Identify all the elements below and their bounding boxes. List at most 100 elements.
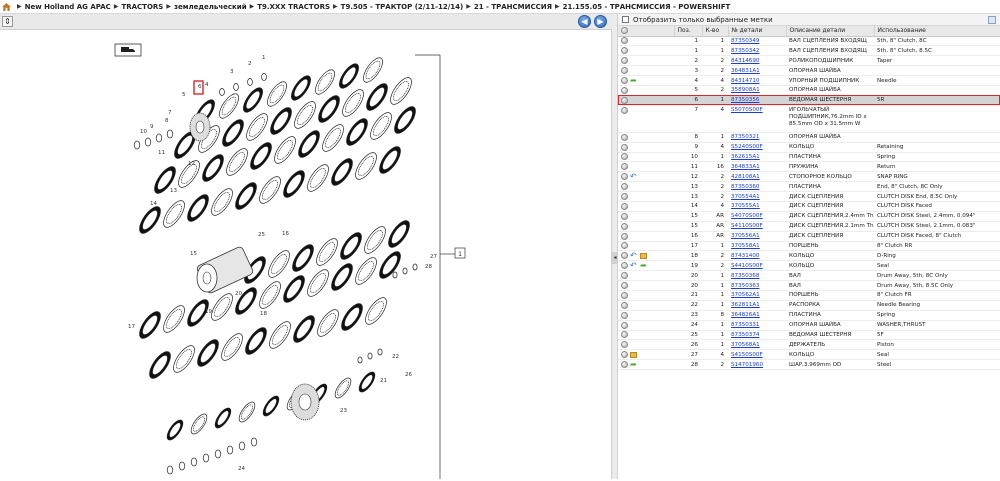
row-select-icon[interactable] <box>621 331 628 339</box>
cell-part-number[interactable]: 87350363 <box>728 280 786 291</box>
table-row[interactable]: 1 1 87350342 ВАЛ СЦЕПЛЕНИЯ ВХОДЯЩ 5th, 8" Cl… <box>618 45 1000 57</box>
row-status-cell[interactable] <box>618 181 674 193</box>
cell-part-number[interactable]: 87350321 <box>728 132 786 143</box>
cell-part-number[interactable]: 87350331 <box>728 320 786 331</box>
row-status-cell[interactable] <box>618 300 674 311</box>
breadcrumb-item[interactable]: ▶ T9.XXX TRACTORS <box>247 3 330 11</box>
row-status-cell[interactable]: ↶ ➦ <box>618 260 674 272</box>
row-select-icon[interactable] <box>621 133 628 141</box>
part-number-link[interactable]: 87350331 <box>731 322 759 328</box>
row-select-icon[interactable] <box>621 242 628 250</box>
table-row[interactable]: 17 1 370558A1 ПОРШЕНЬ 8" Clutch RR <box>618 241 1000 252</box>
cell-part-number[interactable]: 87350342 <box>728 45 786 57</box>
cell-part-number[interactable]: 364831A1 <box>728 65 786 77</box>
row-status-cell[interactable] <box>618 142 674 153</box>
row-select-icon[interactable] <box>621 212 628 220</box>
row-select-icon[interactable] <box>621 341 628 349</box>
table-row[interactable]: ↶ 12 2 428108A1 СТОПОРНОЕ КОЛЬЦО SNAP RING <box>618 171 1000 183</box>
part-number-link[interactable]: 428108A1 <box>731 174 760 180</box>
row-select-icon[interactable] <box>621 301 628 309</box>
table-row[interactable]: 11 16 364833A1 ПРУЖИНА Return <box>618 161 1000 173</box>
callout-22[interactable]: 22 <box>392 354 399 360</box>
callout-23[interactable]: 23 <box>340 408 347 414</box>
breadcrumb-item[interactable]: ▶ TRACTORS <box>111 3 164 11</box>
row-select-icon[interactable] <box>621 232 628 240</box>
part-number-link[interactable]: S4410S00F <box>731 263 763 269</box>
row-status-cell[interactable] <box>618 191 674 202</box>
callout-17[interactable]: 17 <box>128 324 135 330</box>
table-row[interactable]: 15 AR S4070S00F ДИСК СЦЕПЛЕНИЯ,2.4mm Thk CLU… <box>618 211 1000 222</box>
part-number-link[interactable]: 364833A1 <box>731 164 760 170</box>
next-diagram-button[interactable]: ▶ <box>594 15 607 28</box>
callout-1[interactable]: 1 <box>262 55 266 61</box>
col-header-qty[interactable]: К-во <box>702 26 729 37</box>
cell-part-number[interactable]: 370562A1 <box>728 290 786 301</box>
callout-26[interactable]: 26 <box>405 372 412 378</box>
cell-part-number[interactable]: 370558A1 <box>728 241 786 252</box>
part-number-link[interactable]: 87350368 <box>731 273 759 279</box>
callout-16[interactable]: 16 <box>282 231 289 237</box>
row-select-icon[interactable] <box>621 252 628 260</box>
callout-24[interactable]: 24 <box>238 466 245 472</box>
table-row[interactable]: 10 1 362615A1 ПЛАСТИНА Spring <box>618 152 1000 163</box>
callout-15[interactable]: 15 <box>190 251 197 257</box>
part-number-link[interactable]: 364826A1 <box>731 312 760 318</box>
row-select-icon[interactable] <box>621 173 628 181</box>
kit-box-icon[interactable] <box>640 252 647 259</box>
row-status-cell[interactable] <box>618 65 674 77</box>
table-row[interactable]: ↶ ➦ 19 2 S4410S00F КОЛЬЦО Seal <box>618 260 1000 272</box>
part-number-link[interactable]: 87431400 <box>731 253 759 259</box>
row-status-cell[interactable] <box>618 330 674 341</box>
row-status-cell[interactable] <box>618 310 674 321</box>
row-status-cell[interactable] <box>618 105 674 133</box>
part-number-link[interactable]: 84314710 <box>731 78 759 84</box>
col-header-description[interactable]: Описание детали <box>786 26 875 37</box>
row-status-cell[interactable] <box>618 290 674 301</box>
row-status-cell[interactable] <box>618 55 674 67</box>
part-number-link[interactable]: 370554A1 <box>731 194 760 200</box>
part-number-link[interactable]: 84314690 <box>731 58 759 64</box>
part-number-link[interactable]: 87350356 <box>731 97 759 103</box>
col-header-pos[interactable]: Поз. <box>674 26 703 37</box>
callout-14[interactable]: 14 <box>150 201 157 207</box>
cell-part-number[interactable]: 87431400 <box>728 250 786 262</box>
table-row[interactable]: 24 1 87350331 ОПОРНАЯ ШАЙБА WASHER,THRUST <box>618 320 1000 331</box>
breadcrumb-item[interactable]: ▶ New Holland AG APAC <box>14 3 111 11</box>
row-select-icon[interactable] <box>621 202 628 210</box>
part-number-link[interactable]: 87350349 <box>731 38 759 44</box>
supersession-icon[interactable]: ↶ <box>630 173 638 181</box>
row-status-cell[interactable] <box>618 201 674 212</box>
table-row[interactable]: 3 2 364831A1 ОПОРНАЯ ШАЙБА <box>618 65 1000 77</box>
cell-part-number[interactable]: 87350356 <box>728 95 786 106</box>
table-row[interactable]: 7 4 S5070S00F ИГОЛЬЧАТЫЙ ПОДШИПНИК,76.2mm I… <box>618 105 1000 133</box>
table-row[interactable]: 13 2 370554A1 ДИСК СЦЕПЛЕНИЯ CLUTCH DISK End… <box>618 191 1000 202</box>
part-number-link[interactable]: 87350360 <box>731 184 759 190</box>
row-status-cell[interactable] <box>618 280 674 291</box>
callout-5[interactable]: 5 <box>182 92 186 98</box>
row-select-icon[interactable] <box>621 321 628 329</box>
part-number-link[interactable]: 370556A1 <box>731 233 760 239</box>
col-header-usage[interactable]: Использование <box>874 26 1000 37</box>
col-header-part-number[interactable]: № детали <box>728 26 787 37</box>
replacement-arrow-icon[interactable]: ➦ <box>640 262 648 270</box>
part-number-link[interactable]: S4070S00F <box>731 213 763 219</box>
row-status-cell[interactable] <box>618 231 674 242</box>
breadcrumb-item[interactable]: ▶ T9.505 - ТРАКТОР (2/11-12/14) <box>330 3 463 11</box>
row-select-icon[interactable] <box>621 57 628 65</box>
row-status-cell[interactable] <box>618 95 674 106</box>
cell-part-number[interactable]: 428108A1 <box>728 171 786 183</box>
callout-4[interactable]: 4 <box>205 82 209 88</box>
table-row[interactable]: ➦ 28 2 S14701960 ШАР,3.969mm OD Steel <box>618 359 1000 371</box>
callout-11[interactable]: 11 <box>158 150 165 156</box>
row-select-icon[interactable] <box>621 163 628 171</box>
callout-3[interactable]: 3 <box>230 69 234 75</box>
row-status-cell[interactable] <box>618 161 674 173</box>
replacement-arrow-icon[interactable]: ➦ <box>630 77 638 85</box>
row-status-cell[interactable] <box>618 85 674 96</box>
table-row[interactable]: 20 1 87350368 ВАЛ Drum Away, 5th, 8C Only <box>618 270 1000 282</box>
cell-part-number[interactable]: 84314690 <box>728 55 786 67</box>
table-row[interactable]: 14 4 370555A1 ДИСК СЦЕПЛЕНИЯ CLUTCH DISK Fac… <box>618 201 1000 212</box>
row-status-cell[interactable] <box>618 339 674 351</box>
part-number-link[interactable]: 362811A1 <box>731 302 760 308</box>
table-row[interactable]: 27 4 S4150S00F КОЛЬЦО Seal <box>618 349 1000 361</box>
